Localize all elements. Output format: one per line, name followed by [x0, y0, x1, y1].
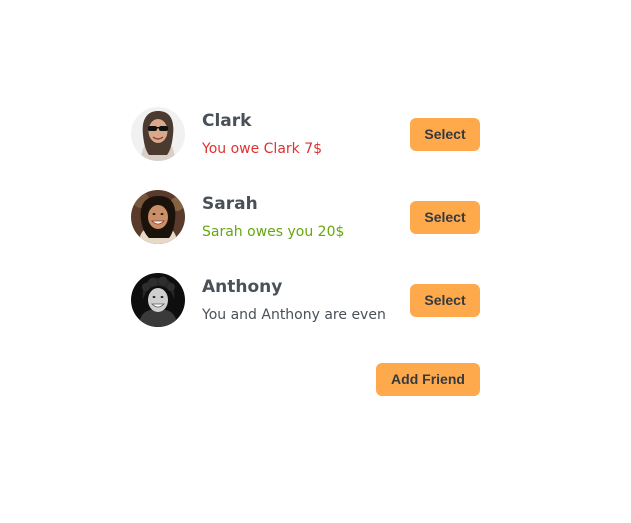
list-item: Sarah Sarah owes you 20$ Select [131, 190, 481, 244]
friend-balance-status: You and Anthony are even [202, 307, 386, 323]
friend-balance-status: You owe Clark 7$ [202, 141, 323, 157]
add-friend-button[interactable]: Add Friend [376, 363, 480, 396]
select-friend-button[interactable]: Select [410, 284, 480, 317]
avatar-photo-anthony [131, 273, 185, 327]
avatar-photo-sarah [131, 190, 185, 244]
select-friend-button[interactable]: Select [410, 201, 480, 234]
avatar [131, 190, 185, 244]
list-item: Anthony You and Anthony are even Select [131, 273, 481, 327]
friend-name: Clark [202, 111, 252, 131]
friend-name: Anthony [202, 277, 283, 297]
friend-name: Sarah [202, 194, 258, 214]
page: Clark You owe Clark 7$ Select Sarah Sara… [0, 0, 631, 523]
select-friend-button[interactable]: Select [410, 118, 480, 151]
avatar [131, 107, 185, 161]
friends-list: Clark You owe Clark 7$ Select Sarah Sara… [131, 107, 481, 356]
friend-balance-status: Sarah owes you 20$ [202, 224, 345, 240]
avatar-photo-clark [131, 107, 185, 161]
list-item: Clark You owe Clark 7$ Select [131, 107, 481, 161]
avatar [131, 273, 185, 327]
